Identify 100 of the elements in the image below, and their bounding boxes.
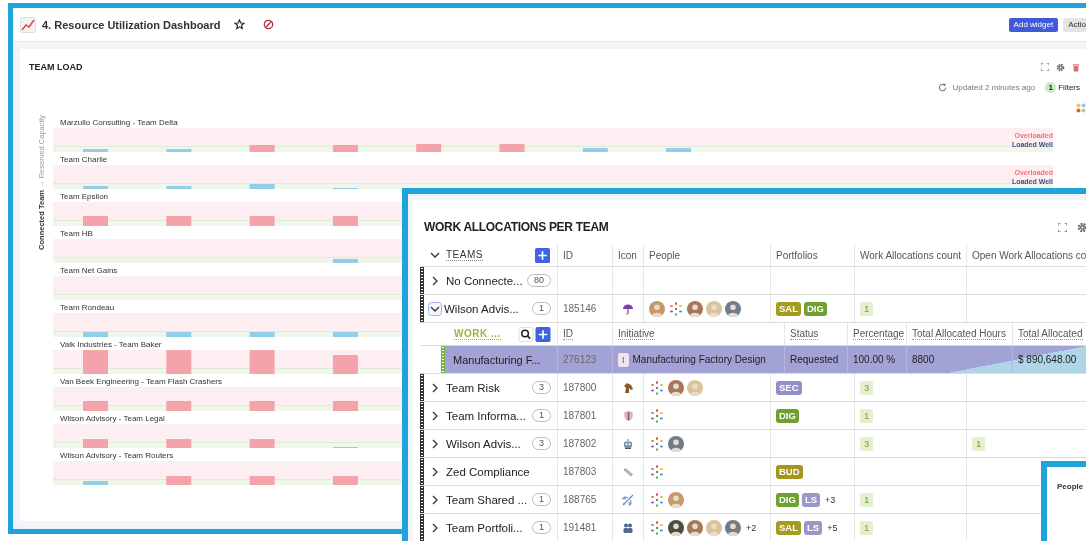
filters-link[interactable]: Filters (1058, 82, 1080, 92)
id-text: 188765 (563, 494, 597, 505)
portfolio-tag: DIG (804, 301, 827, 316)
team-name[interactable]: Zed Compliance (446, 465, 530, 478)
add-icon[interactable] (534, 247, 551, 263)
portfolio-tag: LS (804, 520, 823, 535)
team-name[interactable]: Team Risk (446, 381, 500, 394)
widget-title: People (1057, 482, 1084, 491)
column-header[interactable]: Initiative (618, 328, 655, 340)
settings-icon[interactable] (1077, 221, 1086, 233)
robot-icon (622, 437, 634, 450)
column-header[interactable]: Icon (618, 249, 637, 261)
team-name[interactable]: Wilson Advis... (446, 437, 521, 450)
count-badge: 1 (860, 492, 874, 507)
team-name: Wilson Advisory - Team Routers (59, 450, 174, 461)
star-icon[interactable] (234, 19, 246, 30)
column-header[interactable]: Total Allocated (1018, 328, 1083, 340)
team-name: Team Rondeau (59, 302, 115, 313)
team-name[interactable]: Team Shared ... (446, 493, 528, 506)
avatar (725, 519, 741, 536)
avatar (706, 519, 722, 536)
avatar (668, 379, 684, 396)
drag-handle[interactable] (420, 430, 424, 457)
team-name: Team HB (59, 228, 93, 239)
avatar (706, 300, 722, 317)
drag-handle[interactable] (420, 267, 424, 294)
logo-avatar (649, 379, 665, 396)
avatar (725, 300, 741, 317)
expand-icon[interactable] (1041, 63, 1049, 71)
portfolio-tag: LS (801, 492, 821, 507)
team-name: Team Charlie (59, 154, 108, 165)
drag-handle[interactable] (420, 486, 424, 513)
dashboard-title: 4. Resource Utilization Dashboard (42, 18, 221, 31)
chevron-right-icon[interactable] (430, 382, 440, 393)
work-allocation-row[interactable]: Manufacturing F... 276123 I Manufacturing Factory Design Requested 100.00 % 8800 $ 890,648.00 (441, 346, 1086, 373)
id-text: 187802 (563, 438, 597, 449)
id-text: 191481 (563, 522, 597, 533)
expand-icon[interactable] (1058, 222, 1067, 232)
team-name[interactable]: Team Informa... (446, 409, 526, 422)
drag-handle[interactable] (420, 295, 424, 322)
team-name[interactable]: No Connecte... (446, 274, 523, 287)
settings-icon[interactable] (1056, 62, 1065, 72)
line-chart-icon (20, 16, 36, 33)
shield-icon (622, 409, 634, 422)
chevron-right-icon[interactable] (430, 275, 440, 286)
drag-handle[interactable] (420, 514, 424, 541)
widget-title: WORK ALLOCATIONS PER TEAM (423, 220, 609, 234)
chevron-down-icon[interactable] (428, 301, 442, 316)
column-header[interactable]: Percentage (853, 328, 905, 340)
plane-icon (622, 493, 634, 506)
column-header[interactable]: Work Allocations count (860, 249, 961, 261)
avatar (668, 491, 684, 508)
drag-handle[interactable] (420, 402, 424, 429)
id-text: 276123 (563, 354, 597, 365)
portfolio-tag: SAL (776, 520, 801, 535)
column-header[interactable]: Open Work Allocations co (972, 249, 1086, 261)
widget-title: TEAM LOAD (29, 62, 83, 72)
drag-handle[interactable] (420, 458, 424, 485)
column-header[interactable]: Portfolios (776, 249, 818, 261)
column-header[interactable]: ID (563, 249, 573, 261)
color-legend-icon[interactable] (1076, 103, 1086, 113)
column-header[interactable]: Total Allocated Hours (912, 328, 1006, 340)
team-name[interactable]: Wilson Advis... (444, 302, 519, 315)
logo-avatar (649, 407, 665, 424)
logo-avatar (649, 435, 665, 452)
id-text: 187801 (563, 410, 597, 421)
chevron-right-icon[interactable] (430, 410, 440, 421)
count-badge: 3 (860, 380, 874, 395)
clip-icon (622, 465, 634, 478)
count-badge: 1 (860, 520, 874, 535)
chevron-right-icon[interactable] (430, 466, 440, 477)
chevron-right-icon[interactable] (430, 438, 440, 449)
column-header[interactable]: ID (563, 328, 573, 340)
column-header[interactable]: Status (790, 328, 819, 340)
search-icon[interactable] (518, 326, 534, 342)
portfolio-tag: DIG (776, 492, 799, 507)
add-widget-button[interactable]: Add widget (1008, 17, 1059, 32)
portfolio-tag: SAL (776, 301, 801, 316)
column-header[interactable]: People (649, 249, 681, 261)
actions-button[interactable]: Actio (1063, 17, 1086, 32)
filter-count-badge[interactable]: 1 (1045, 81, 1057, 93)
drag-handle[interactable] (441, 346, 445, 373)
collapse-all-icon[interactable] (430, 250, 440, 260)
updated-text: Updated 2 minutes ago (952, 82, 1036, 92)
team-name[interactable]: Team Portfoli... (446, 521, 523, 534)
avatar (668, 435, 684, 452)
drag-handle[interactable] (420, 374, 424, 401)
add-icon[interactable] (535, 326, 551, 342)
id-text: 187800 (563, 382, 597, 393)
type-badge: I (618, 352, 629, 367)
count-badge: 1 (972, 436, 986, 451)
chevron-right-icon[interactable] (430, 494, 440, 505)
refresh-icon[interactable] (938, 82, 948, 92)
ban-icon[interactable] (263, 19, 275, 30)
count-badge: 1 (860, 301, 874, 316)
avatar (687, 300, 703, 317)
people-icon (622, 521, 634, 534)
column-header[interactable]: TEAMS (446, 249, 483, 261)
delete-icon[interactable] (1072, 62, 1080, 72)
chevron-right-icon[interactable] (430, 522, 440, 533)
